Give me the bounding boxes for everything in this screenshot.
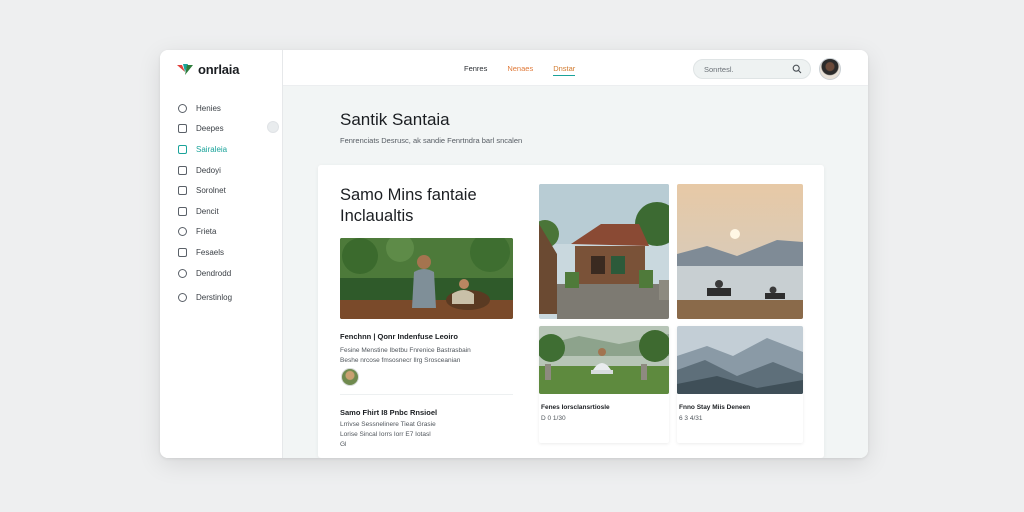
clock-icon bbox=[178, 227, 187, 237]
sidebar-item-dencit[interactable]: Dencit bbox=[178, 201, 278, 222]
feature-title: Samo Mins fantaie Inclaualtis bbox=[340, 186, 477, 225]
secondary-card-body: Gl bbox=[340, 441, 347, 448]
gallery-card-title: Fnno Stay Miis Deneen bbox=[679, 404, 751, 411]
sidebar-item-label: Frieta bbox=[196, 227, 217, 237]
sidebar-item-henies[interactable]: Henies bbox=[178, 98, 278, 119]
feature-photo[interactable] bbox=[340, 238, 513, 319]
sidebar-collapse-handle[interactable] bbox=[267, 121, 279, 133]
search-input[interactable]: Sonrtesl. bbox=[693, 59, 811, 79]
sidebar-item-label: Deepes bbox=[196, 124, 224, 134]
search-icon[interactable] bbox=[792, 64, 802, 74]
sidebar-item-sorolnet[interactable]: Sorolnet bbox=[178, 180, 278, 201]
user-avatar[interactable] bbox=[819, 58, 841, 80]
main-area: Fenres Nenaes Dnstar Sonrtesl. Santik Sa… bbox=[283, 50, 868, 458]
tab-dnstar[interactable]: Dnstar bbox=[553, 64, 576, 76]
sidebar-item-dedoyi[interactable]: Dedoyi bbox=[178, 160, 278, 181]
feature-card: Fenchnn | Qonr Indenfuse Leoiro Fesine M… bbox=[340, 332, 520, 366]
secondary-card: Samo Fhirt I8 Pnbc Rnsioel Lrrivse Sessn… bbox=[340, 408, 520, 450]
sidebar-nav: Henies Deepes Sairaleia Dedoyi Sorolnet … bbox=[178, 98, 278, 308]
gallery-card[interactable]: Fenes Iorsclansrtiosle D 0 1/30 bbox=[539, 326, 669, 443]
logo[interactable]: onrlaia bbox=[177, 62, 239, 77]
clock-icon bbox=[178, 103, 187, 113]
sidebar-item-label: Dencit bbox=[196, 206, 219, 216]
sidebar-item-label: Dendrodd bbox=[196, 268, 232, 278]
gallery-card-meta: D 0 1/30 bbox=[541, 415, 566, 422]
feature-card-body: Beshe nrcose fmsosnecr Ilrg Srosceanian bbox=[340, 357, 461, 364]
calendar-icon bbox=[178, 144, 187, 154]
sidebar-item-label: Sorolnet bbox=[196, 186, 226, 196]
sidebar-item-deepes[interactable]: Deepes bbox=[178, 119, 278, 140]
chat-icon bbox=[178, 247, 187, 257]
sidebar-item-derstinlog[interactable]: Derstinlog bbox=[178, 287, 278, 308]
sidebar-item-label: Fesaels bbox=[196, 247, 225, 257]
top-bar: Fenres Nenaes Dnstar Sonrtesl. bbox=[283, 50, 868, 86]
divider bbox=[340, 394, 513, 395]
gallery-card-text: Fnno Stay Miis Deneen 6 3 4/31 bbox=[679, 404, 801, 424]
plus-circle-icon bbox=[178, 293, 187, 303]
content-panel: Samo Mins fantaie Inclaualtis Fenchnn | … bbox=[318, 165, 824, 458]
sidebar-item-sairaleia[interactable]: Sairaleia bbox=[178, 139, 278, 160]
feature-card-body: Fesine Menstine Ibetbu Fnrenice Bastrasb… bbox=[340, 347, 471, 354]
gallery-photo-lake[interactable] bbox=[677, 184, 803, 319]
tag-icon bbox=[178, 206, 187, 216]
secondary-card-body: Lorise Sincal Iorrs Iorr E7 Iotasl bbox=[340, 431, 431, 438]
gallery-card-meta: 6 3 4/31 bbox=[679, 415, 703, 422]
gallery-photo-house[interactable] bbox=[539, 184, 669, 319]
feature-card-title: Fenchnn | Qonr Indenfuse Leoiro bbox=[340, 332, 458, 341]
sidebar-item-label: Henies bbox=[196, 103, 221, 113]
gallery-card-title: Fenes Iorsclansrtiosle bbox=[541, 404, 610, 411]
logo-icon bbox=[177, 63, 193, 77]
lock-icon bbox=[178, 186, 187, 196]
home-icon bbox=[178, 124, 187, 134]
gallery-photo-mountains bbox=[677, 326, 803, 394]
app-window: onrlaia Henies Deepes Sairaleia Dedoyi S… bbox=[160, 50, 868, 458]
clock-icon bbox=[178, 165, 187, 175]
gallery-photo-meditation bbox=[539, 326, 669, 394]
gallery-card[interactable]: Fnno Stay Miis Deneen 6 3 4/31 bbox=[677, 326, 803, 443]
sidebar-item-frieta[interactable]: Frieta bbox=[178, 222, 278, 243]
tab-fenres[interactable]: Fenres bbox=[464, 64, 487, 76]
sidebar-item-label: Sairaleia bbox=[196, 144, 228, 154]
sidebar-item-label: Derstinlog bbox=[196, 293, 233, 303]
sidebar: onrlaia Henies Deepes Sairaleia Dedoyi S… bbox=[160, 50, 283, 458]
secondary-card-title: Samo Fhirt I8 Pnbc Rnsioel bbox=[340, 408, 438, 417]
author-avatar[interactable] bbox=[341, 368, 359, 386]
app-name: onrlaia bbox=[198, 62, 240, 77]
help-icon bbox=[178, 268, 187, 278]
sidebar-item-dendrodd[interactable]: Dendrodd bbox=[178, 263, 278, 284]
tab-nenaes[interactable]: Nenaes bbox=[507, 64, 533, 76]
top-tabs: Fenres Nenaes Dnstar bbox=[464, 64, 576, 76]
gallery-card-text: Fenes Iorsclansrtiosle D 0 1/30 bbox=[541, 404, 667, 424]
sidebar-item-fesaels[interactable]: Fesaels bbox=[178, 242, 278, 263]
page-subtitle: Fenrenciats Desrusc, ak sandie Fenrtndra… bbox=[340, 136, 523, 145]
secondary-card-body: Lrrivse Sessnelinere Tieat Grasie bbox=[340, 421, 436, 428]
page-title: Santik Santaia bbox=[340, 110, 450, 129]
search-placeholder: Sonrtesl. bbox=[704, 65, 734, 74]
sidebar-item-label: Dedoyi bbox=[196, 165, 221, 175]
